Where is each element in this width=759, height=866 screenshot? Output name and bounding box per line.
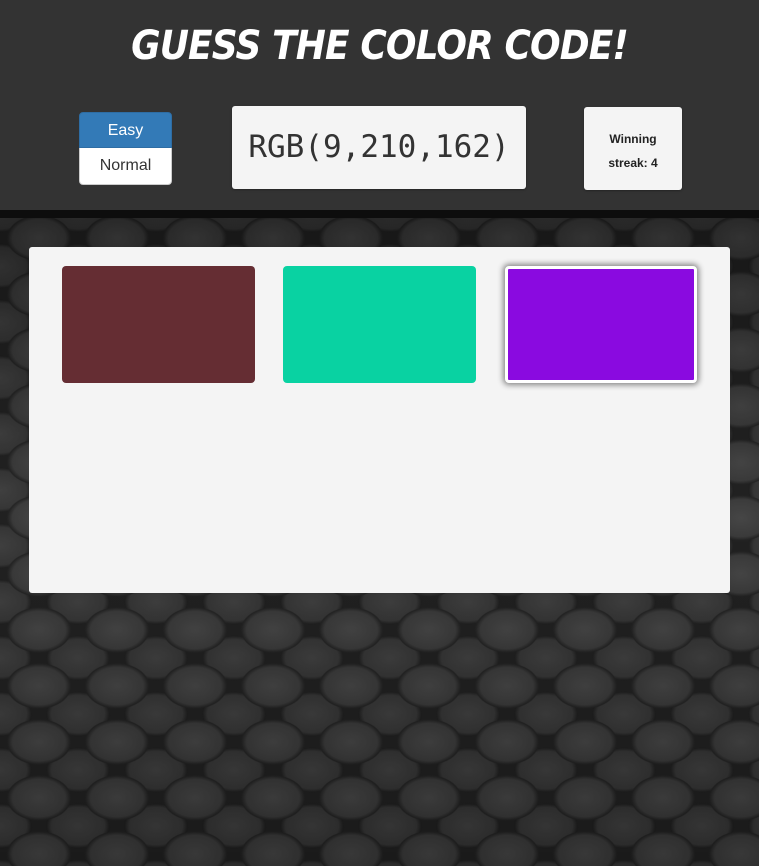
normal-mode-button[interactable]: Normal xyxy=(79,148,172,185)
color-swatch-3-selected[interactable] xyxy=(505,266,697,383)
header-divider xyxy=(0,210,759,218)
streak-label: Winning xyxy=(609,132,657,146)
header-bar: Guess the color code! Easy Normal RGB(9,… xyxy=(0,0,759,210)
winning-streak-panel: Winning streak: 4 xyxy=(584,107,682,190)
target-rgb-display: RGB(9,210,162) xyxy=(232,106,526,189)
streak-count: streak: 4 xyxy=(608,156,658,170)
page-title: Guess the color code! xyxy=(131,23,629,69)
swatch-board xyxy=(29,247,730,593)
color-swatch-1[interactable] xyxy=(62,266,255,383)
easy-mode-button[interactable]: Easy xyxy=(79,112,172,148)
difficulty-toggle-group: Easy Normal xyxy=(79,112,172,185)
color-swatch-2[interactable] xyxy=(283,266,476,383)
